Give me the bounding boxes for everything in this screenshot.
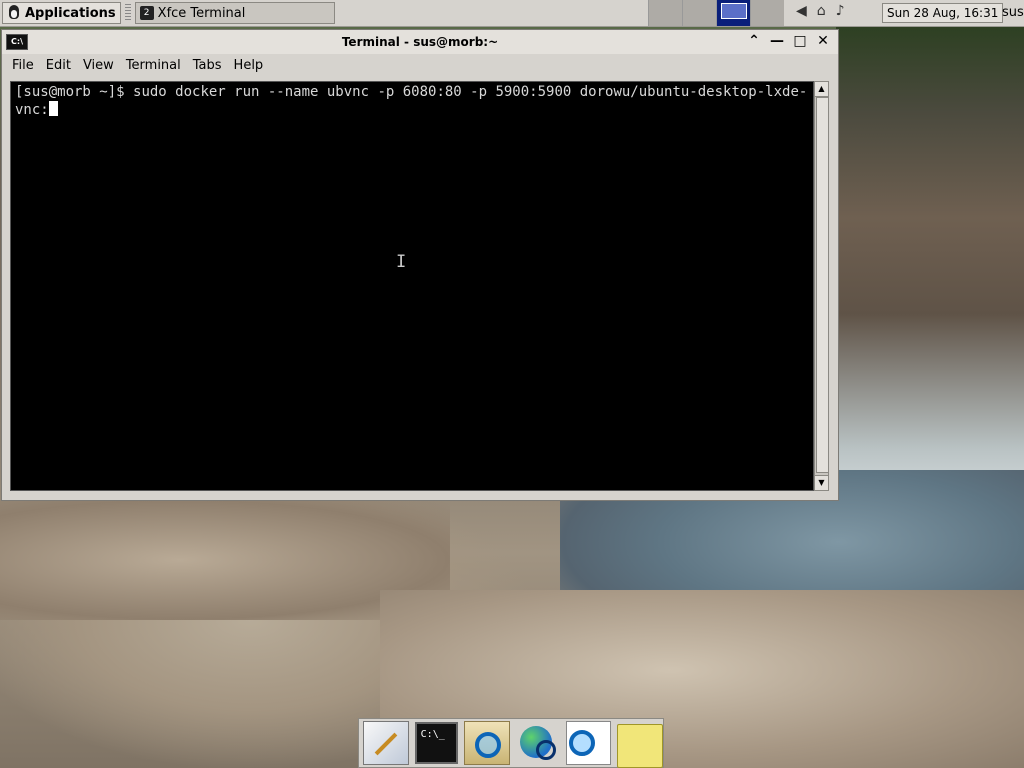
web-browser-launcher-icon[interactable] (516, 722, 560, 764)
close-window-icon[interactable]: ✕ (814, 33, 832, 49)
window-menubar: File Edit View Terminal Tabs Help (2, 54, 838, 76)
window-title: Terminal - sus@morb:~ (341, 35, 499, 49)
panel-handle[interactable] (124, 4, 131, 22)
workspace-3[interactable] (716, 0, 750, 26)
terminal-launcher-icon[interactable]: C:\_ (414, 722, 459, 764)
terminal-output[interactable]: [sus@morb ~]$ sudo docker run --name ubv… (10, 81, 814, 491)
workspace-1[interactable] (648, 0, 682, 26)
shade-window-icon[interactable]: ⌃ (745, 33, 763, 49)
network-icon[interactable]: ⌂ (817, 3, 826, 19)
menu-tabs[interactable]: Tabs (187, 58, 228, 73)
applications-label: Applications (25, 5, 116, 21)
terminal-prompt: [sus@morb ~]$ (15, 84, 134, 100)
panel-clock[interactable]: Sun 28 Aug, 16:31 (882, 3, 1004, 23)
mouse-ibeam-cursor: I (396, 252, 407, 272)
terminal-scrollbar[interactable]: ▲ ▼ (814, 81, 829, 491)
launcher-dock: C:\_ (358, 718, 664, 768)
workspace-pager[interactable] (648, 0, 784, 26)
tux-icon (7, 5, 21, 21)
terminal-task-icon: 2 (139, 6, 154, 20)
window-titlebar[interactable]: C:\ Terminal - sus@morb:~ ⌃ — □ ✕ (2, 30, 838, 54)
minimize-window-icon[interactable]: — (768, 33, 786, 49)
text-cursor (48, 101, 58, 116)
applications-menu-button[interactable]: Applications (2, 2, 121, 24)
scroll-up-icon[interactable]: ▲ (815, 82, 828, 97)
volume-icon[interactable]: ◀ (796, 3, 807, 19)
terminal-window: C:\ Terminal - sus@morb:~ ⌃ — □ ✕ File E… (1, 29, 839, 501)
maximize-window-icon[interactable]: □ (791, 33, 809, 49)
notification-bell-icon[interactable]: ♪ (836, 3, 845, 19)
menu-terminal[interactable]: Terminal (120, 58, 187, 73)
document-search-launcher-icon[interactable] (565, 721, 612, 765)
file-search-launcher-icon[interactable] (464, 721, 511, 765)
menu-view[interactable]: View (77, 58, 120, 73)
scroll-down-icon[interactable]: ▼ (815, 475, 828, 490)
wallpaper-cliff (836, 26, 1024, 506)
menu-help[interactable]: Help (228, 58, 270, 73)
menu-file[interactable]: File (6, 58, 40, 73)
taskbar-terminal-label: Xfce Terminal (157, 5, 246, 21)
menu-edit[interactable]: Edit (40, 58, 77, 73)
terminal-command: sudo docker run --name ubvnc -p 6080:80 … (15, 84, 808, 118)
system-tray: ◀ ⌂ ♪ (796, 3, 845, 19)
workspace-4[interactable] (750, 0, 784, 26)
panel-user[interactable]: sus (1002, 5, 1024, 20)
taskbar-terminal-button[interactable]: 2 Xfce Terminal (134, 2, 335, 24)
top-panel: Applications 2 Xfce Terminal (0, 0, 1024, 27)
folder-launcher-icon[interactable] (617, 724, 664, 768)
scrollbar-thumb[interactable] (816, 97, 829, 473)
workspace-2[interactable] (682, 0, 716, 26)
text-editor-launcher-icon[interactable] (363, 721, 409, 765)
